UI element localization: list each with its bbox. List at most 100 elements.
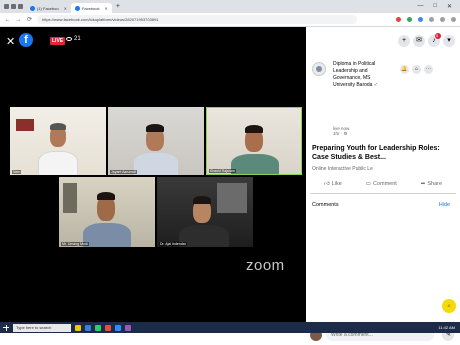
save-post-icon[interactable]: ⌂	[412, 65, 421, 74]
comment-bubble-icon: ▭	[365, 181, 371, 187]
tray-clock[interactable]: 11:42 AM	[438, 325, 455, 330]
participant-name: Mr. Umang Modi	[61, 242, 89, 246]
participant-tile-active-speaker: Shashi Rajaram	[206, 107, 302, 175]
participant-tile: Jayant Aarumoli	[108, 107, 204, 175]
post-time: 1hr · ⚙	[333, 131, 348, 136]
comment-label: Comment	[372, 181, 397, 187]
bookshelf	[63, 183, 77, 213]
url-field[interactable]: https://www.facebook.com/lokoplatform/vi…	[37, 15, 357, 24]
close-tab-icon[interactable]: ✕	[105, 6, 108, 11]
header-action-icons: + ✉ 5 ♪ ▾	[398, 33, 455, 47]
more-menu-icon[interactable]	[451, 17, 456, 22]
create-plus-icon[interactable]: +	[398, 35, 410, 47]
live-video-player[interactable]: ✕ f LIVE 21 Nam Jayant Aarumoli Shashi R…	[0, 27, 306, 322]
viewer-count-value: 21	[74, 36, 81, 42]
extension-icon[interactable]	[407, 17, 412, 22]
emoji-reaction-icon[interactable]: ☺	[442, 299, 456, 313]
back-icon[interactable]: ←	[4, 17, 11, 23]
like-label: Like	[331, 181, 342, 187]
window-menu-icons[interactable]	[4, 4, 23, 9]
page-name[interactable]: Diploma in Political Leadership and Gove…	[333, 61, 381, 89]
forward-icon[interactable]: →	[15, 17, 22, 23]
minimize-button[interactable]: —	[417, 3, 423, 10]
room-window	[217, 183, 247, 213]
maximize-button[interactable]: □	[433, 3, 437, 10]
browser-tab-bar: (1) Faceboo ✕ Facebook ✕ + — □ ✕	[0, 0, 460, 13]
chrome-browser-icon[interactable]	[95, 324, 101, 331]
file-explorer-icon[interactable]	[75, 324, 81, 331]
reload-icon[interactable]: ⟳	[26, 16, 33, 23]
post-title: Preparing Youth for Leadership Roles: Ca…	[312, 145, 440, 161]
browser-tab-label: Facebook	[81, 5, 100, 11]
participant-hair	[146, 124, 164, 132]
live-status: live now. 1hr · ⚙	[333, 126, 350, 137]
system-tray: 11:42 AM	[438, 325, 460, 330]
divider	[310, 193, 456, 194]
facebook-logo-icon[interactable]: f	[19, 33, 33, 47]
edge-browser-icon[interactable]	[85, 324, 91, 331]
participant-name: Dr. Ajai Indendar	[159, 242, 187, 246]
post-subtitle: Online Interactive Public Le	[312, 166, 373, 172]
profile-avatar-icon[interactable]	[440, 17, 445, 22]
notifications-bell-icon[interactable]: 5 ♪	[428, 33, 441, 47]
browser-tab-label: (1) Faceboo	[37, 5, 59, 11]
windows-taskbar: Type here to search 11:42 AM	[0, 322, 460, 333]
thumbs-up-icon: 👍︎	[323, 181, 330, 187]
facebook-favicon-icon	[30, 5, 35, 11]
messenger-icon[interactable]: ✉	[413, 35, 425, 47]
browser-tab[interactable]: (1) Faceboo ✕	[26, 3, 71, 13]
participant-body	[134, 153, 178, 175]
participant-body	[231, 154, 279, 174]
bookmark-star-icon[interactable]	[429, 17, 434, 22]
participant-hair	[193, 196, 211, 204]
participant-tile: Mr. Umang Modi	[59, 177, 155, 247]
close-video-icon[interactable]: ✕	[6, 35, 15, 48]
share-button[interactable]: ➦ Share	[421, 181, 442, 187]
windows-start-icon[interactable]	[3, 324, 9, 331]
browser-tab-active[interactable]: Facebook ✕	[70, 3, 112, 13]
eye-icon	[66, 37, 72, 41]
page-avatar[interactable]	[312, 62, 326, 76]
participant-name: Nam	[12, 170, 22, 174]
notification-count: 5	[435, 33, 439, 38]
viewer-count: 21	[66, 36, 81, 42]
extension-icons	[396, 17, 456, 22]
like-button[interactable]: 👍︎ Like	[324, 181, 342, 187]
close-tab-icon[interactable]: ✕	[64, 6, 67, 11]
participant-hair	[50, 123, 66, 130]
zoom-app-icon[interactable]	[115, 324, 121, 331]
address-bar: ← → ⟳ https://www.facebook.com/lokoplatf…	[0, 13, 460, 27]
notification-toggle-icon[interactable]: 🔔	[400, 65, 409, 74]
extension-icon[interactable]	[418, 17, 423, 22]
account-menu-icon[interactable]: ▾	[443, 35, 455, 47]
page-name-text[interactable]: Diploma in Political Leadership and Gove…	[333, 61, 375, 88]
participant-hair	[245, 125, 263, 133]
share-label: Share	[427, 181, 443, 187]
participant-name: Shashi Rajaram	[209, 169, 236, 173]
extension-icon[interactable]	[396, 17, 401, 22]
hide-comments-link[interactable]: Hide	[439, 202, 450, 208]
participant-tile: Nam	[10, 107, 106, 175]
facebook-favicon-icon	[74, 5, 80, 11]
participant-name: Jayant Aarumoli	[110, 170, 137, 174]
verified-icon: ✓	[373, 82, 379, 88]
share-arrow-icon: ➦	[420, 181, 426, 187]
zoom-watermark: zoom	[246, 257, 285, 274]
comments-heading: Comments	[312, 202, 339, 208]
close-window-button[interactable]: ✕	[447, 3, 452, 10]
post-header-icons: 🔔 ⌂ ⋯	[400, 65, 433, 74]
more-options-icon[interactable]: ⋯	[424, 65, 433, 74]
app-icon[interactable]	[125, 324, 131, 331]
post-actions: 👍︎ Like ▭ Comment ➦ Share	[312, 181, 454, 187]
window-controls: — □ ✕	[417, 3, 460, 10]
new-tab-button[interactable]: +	[116, 3, 120, 10]
taskbar-search-field[interactable]: Type here to search	[13, 323, 71, 332]
live-badge: LIVE	[50, 37, 66, 45]
participant-body	[38, 151, 78, 175]
participant-tile: Dr. Ajai Indendar	[157, 177, 253, 247]
post-side-panel: + ✉ 5 ♪ ▾ Diploma in Political Leadership…	[306, 27, 460, 341]
comment-button[interactable]: ▭ Comment	[366, 181, 397, 187]
wall-poster	[16, 119, 34, 131]
app-icon[interactable]	[105, 324, 111, 331]
participant-hair	[97, 192, 115, 200]
